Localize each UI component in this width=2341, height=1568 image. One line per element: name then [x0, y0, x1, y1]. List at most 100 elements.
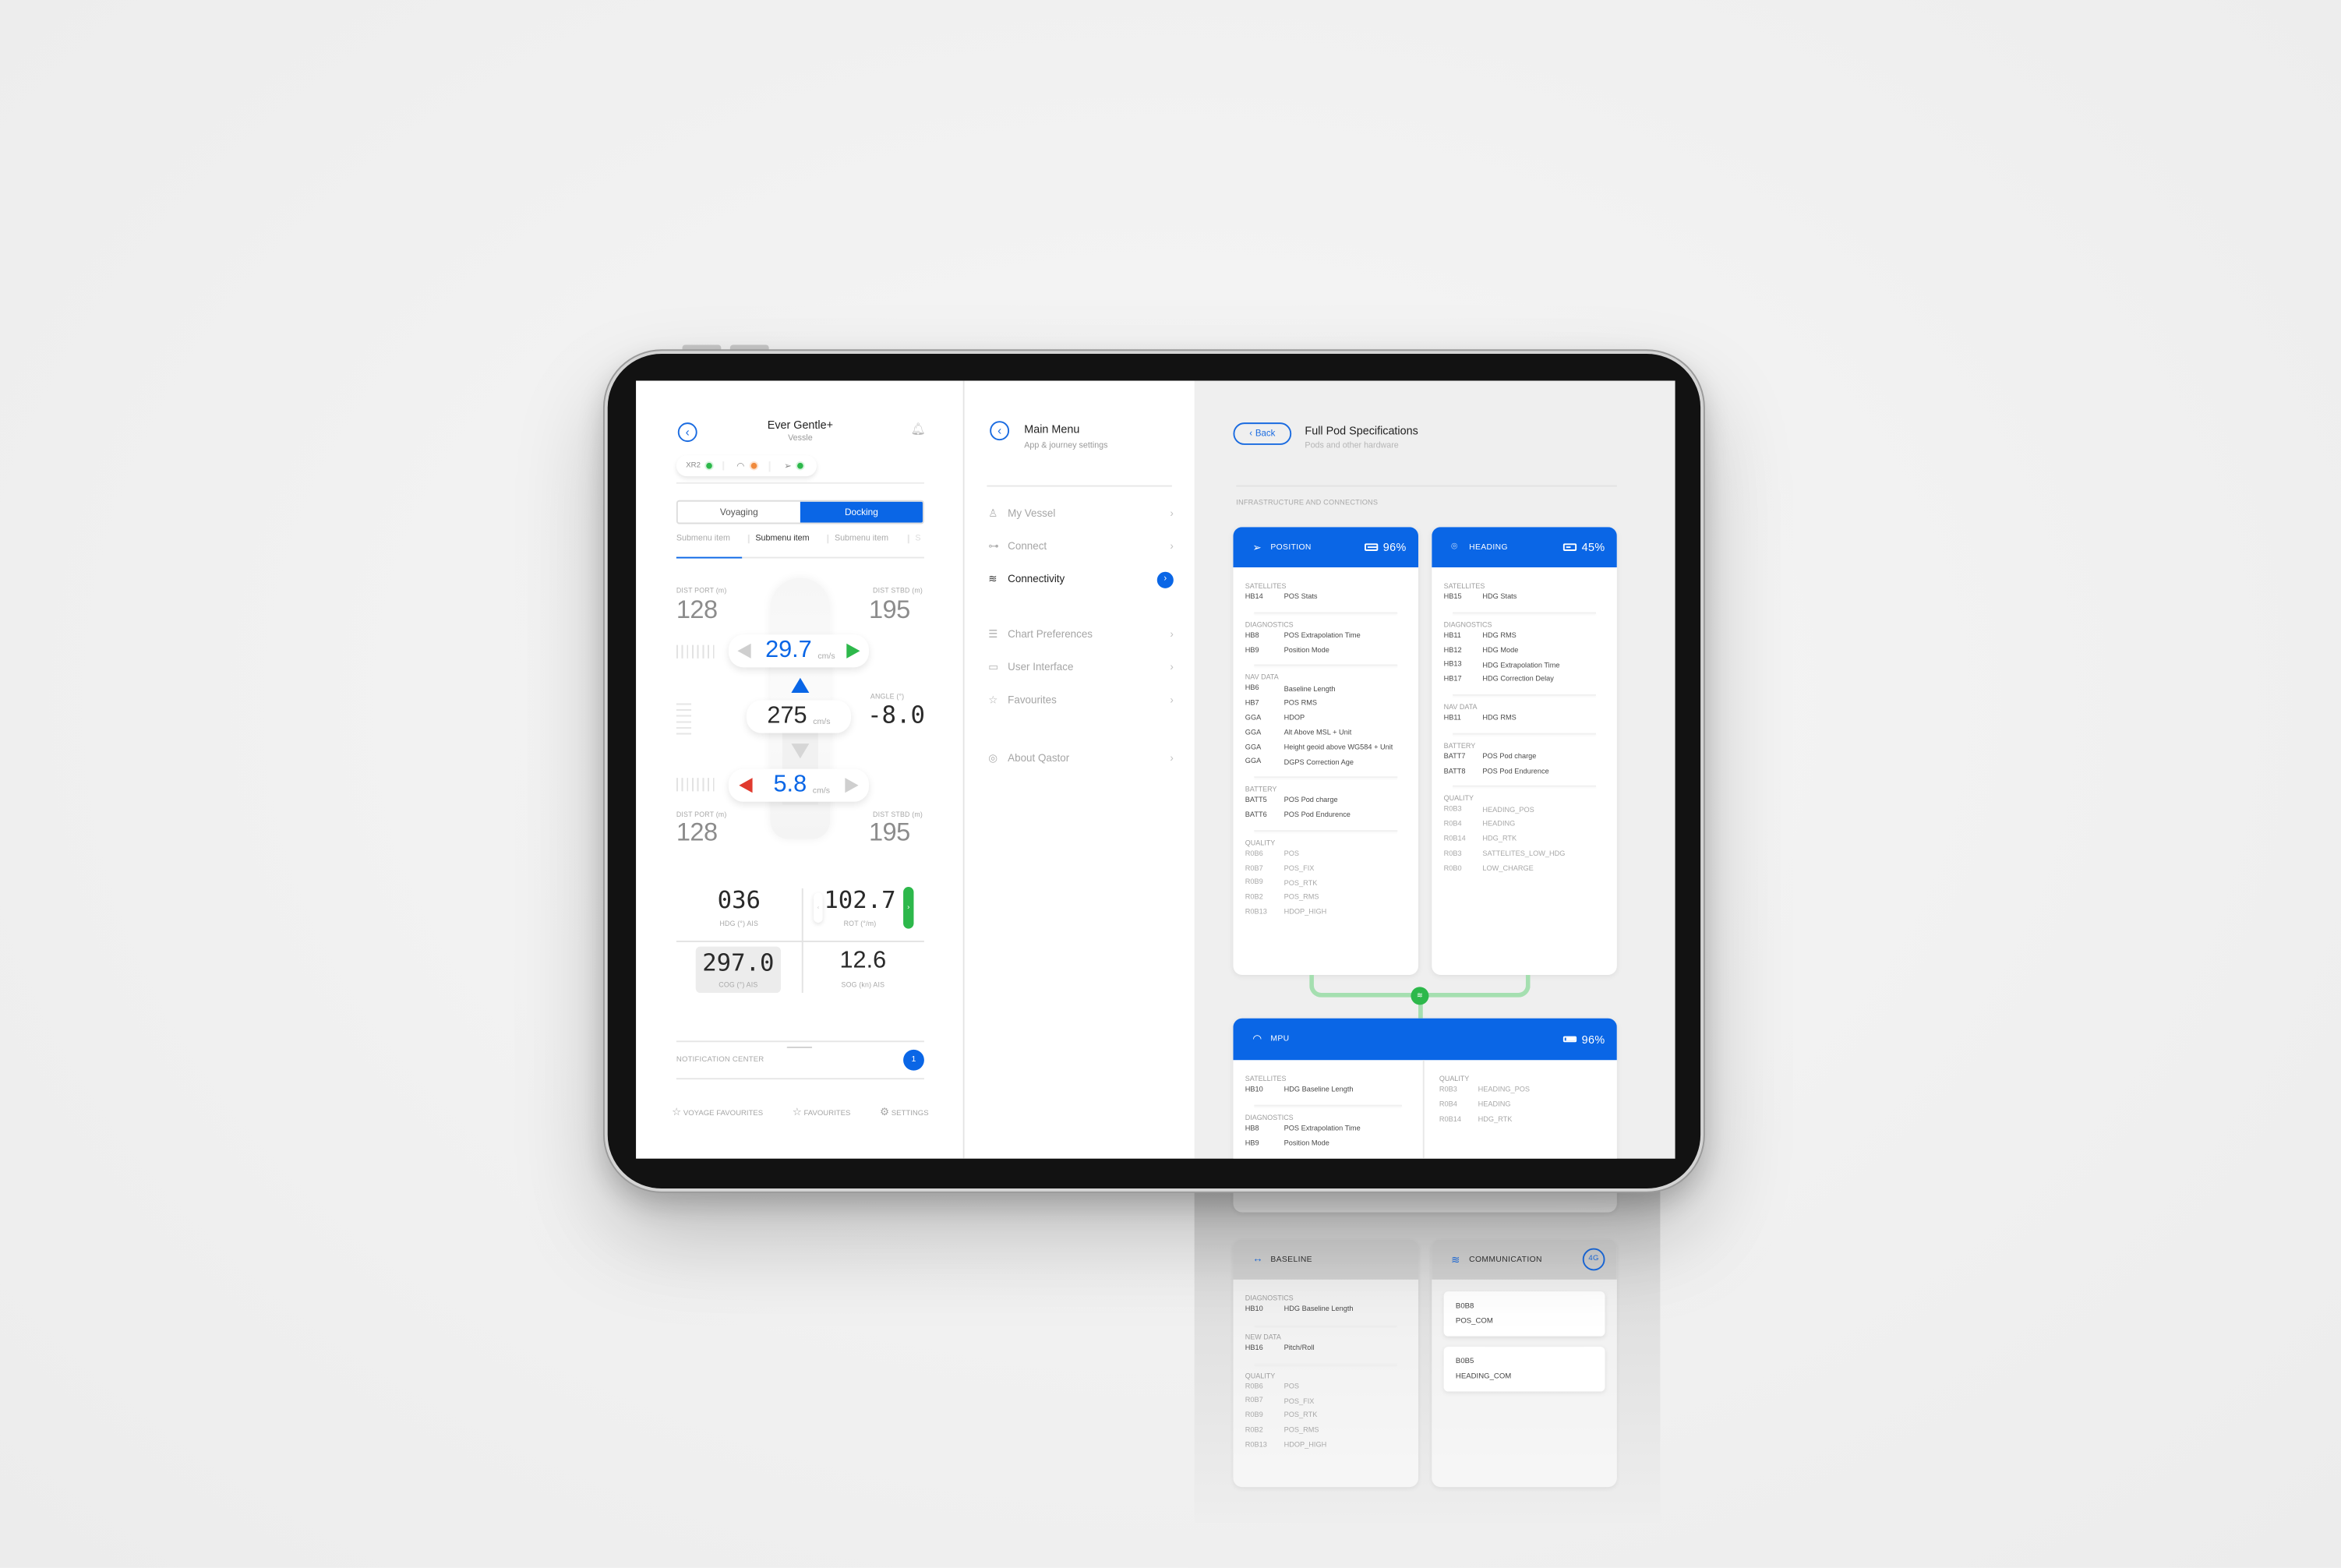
dist-stbd-value: 195 [869, 818, 910, 847]
submenu-item[interactable]: Submenu item [676, 535, 748, 543]
stern-thrust-scale [676, 778, 715, 792]
status-dot [797, 462, 804, 469]
network-badge: 4G [1582, 1248, 1605, 1271]
stage: HB9Position Mode ↔ BASELINE DIAGNOSTICSH… [0, 0, 2341, 1568]
main-menu-title: Main Menu [1024, 422, 1080, 436]
submenu-item[interactable]: S [907, 534, 921, 544]
spec-code: R0B6 [1245, 1383, 1263, 1391]
communication-card-header: ≋ COMMUNICATION 4G [1432, 1239, 1617, 1280]
rot-increase-button[interactable]: › [903, 886, 914, 929]
back-button[interactable]: ‹ [677, 422, 697, 443]
arrow-down-icon[interactable] [791, 743, 810, 759]
stern-thruster-control[interactable]: 5.8 cm/s [728, 768, 870, 802]
bow-thruster-control[interactable]: 29.7 cm/s [728, 634, 870, 668]
section-title: SATELLITES [1245, 582, 1287, 590]
menu-item-connectivity[interactable]: ≋ Connectivity › [988, 569, 1174, 590]
position-card[interactable]: ➢ POSITION 96% SATELLITES HB14 POS Stats DI… [1233, 527, 1419, 976]
menu-item-label: About Qastor [1008, 753, 1070, 764]
card-title: MPU [1270, 1034, 1290, 1044]
center-speed-control[interactable]: 275 cm/s [746, 700, 852, 733]
spec-label: POS_RTK [1283, 880, 1318, 888]
spec-label: HDG_RTK [1478, 1116, 1513, 1125]
spec-row: R0B13 HDOP_HIGH [1245, 1439, 1407, 1453]
spec-label: POS_FIX [1283, 1398, 1315, 1406]
notification-center-label[interactable]: NOTIFICATION CENTER [676, 1055, 764, 1064]
back-button[interactable]: ‹ Back [1233, 422, 1292, 445]
arrow-right-icon[interactable] [845, 778, 859, 793]
spec-code: HB14 [1245, 594, 1263, 602]
spec-code: HB6 [1245, 686, 1259, 694]
card-title: COMMUNICATION [1469, 1255, 1542, 1264]
spec-label: SATTELITES_LOW_HDG [1482, 850, 1566, 859]
spec-row: R0B14 HDG_RTK [1439, 1113, 1605, 1128]
communication-item[interactable]: B0B5 HEADING_COM [1443, 1347, 1605, 1392]
spec-row: R0B3 HEADING_POS [1439, 1084, 1605, 1099]
spec-row: HB7 POS RMS [1245, 697, 1407, 712]
tab-docking[interactable]: Docking [800, 501, 923, 523]
comm-code: B0B5 [1455, 1357, 1474, 1366]
spec-label: POS_RMS [1283, 895, 1319, 902]
menu-item-label: Chart Preferences [1008, 629, 1093, 640]
spec-row: R0B9 POS_RTK [1245, 1410, 1407, 1425]
menu-item-user-interface[interactable]: ▭ User Interface › [988, 657, 1174, 678]
section-title: QUALITY [1245, 1371, 1276, 1379]
position-card-body: SATELLITES HB14 POS Stats DIAGNOSTICS HB8 POS… [1233, 567, 1418, 930]
gauge-icon: ◠ [736, 461, 745, 471]
heading-card-body: SATELLITES HB15 HDG Stats DIAGNOSTICS HB11 HD… [1432, 567, 1617, 886]
arrow-right-icon[interactable] [846, 643, 861, 659]
mpu-card[interactable]: ◠ MPU 96% SATELLITES HB10 HDG Baseline Len… [1233, 1018, 1617, 1159]
spec-row: R0B0 LOW_CHARGE [1444, 863, 1605, 878]
spec-row: HB10 HDG Baseline Length [1245, 1304, 1407, 1319]
section-title: BATTERY [1245, 786, 1277, 793]
nav-favourites[interactable]: ☆ FAVOURITES [793, 1107, 851, 1118]
spec-label: HDG_RTK [1482, 836, 1517, 844]
submenu-indicator [676, 556, 743, 558]
chevron-right-icon: › [1170, 508, 1174, 519]
menu-item-my-vessel[interactable]: ♙ My Vessel › [988, 503, 1174, 524]
submenu-item[interactable]: Submenu item [747, 534, 828, 544]
communication-card-body: B0B8 POS_COM B0B5 HEADING_COM [1432, 1280, 1617, 1414]
notification-count-badge[interactable]: 1 [903, 1049, 924, 1071]
arrow-left-icon[interactable] [736, 643, 750, 659]
communication-item[interactable]: B0B8 POS_COM [1443, 1291, 1605, 1337]
menu-item-connect[interactable]: ⊶ Connect › [988, 536, 1174, 557]
spec-row: R0B3 SATTELITES_LOW_HDG [1444, 848, 1605, 863]
spec-code: R0B7 [1245, 1397, 1263, 1406]
spec-code: R0B14 [1443, 835, 1466, 844]
spec-code: GGA [1245, 729, 1262, 737]
spec-code: R0B14 [1439, 1116, 1461, 1124]
spec-label: POS Stats [1283, 594, 1318, 602]
tab-voyaging[interactable]: Voyaging [678, 502, 800, 523]
status-pill[interactable]: XR2 ◠ ➢ [676, 455, 817, 477]
spec-code: HB16 [1245, 1344, 1263, 1353]
card-title: POSITION [1270, 542, 1312, 552]
section-title: QUALITY [1245, 839, 1276, 846]
pod-specs-title: Full Pod Specifications [1305, 424, 1418, 438]
bow-thrust-scale [676, 645, 715, 659]
wifi-link-icon[interactable]: ≋ [1411, 987, 1429, 1005]
center-thrust-scale [676, 703, 692, 736]
bell-icon[interactable]: 🔔︎ [911, 422, 926, 436]
drag-handle[interactable] [786, 1046, 813, 1049]
menu-item-about-qastor[interactable]: ◎ About Qastor › [988, 748, 1174, 769]
nav-voyage-favourites[interactable]: ☆ VOYAGE FAVOURITES [672, 1107, 763, 1118]
card-title: BASELINE [1270, 1255, 1312, 1264]
arrow-up-icon[interactable] [791, 677, 810, 693]
spec-code: R0B4 [1443, 821, 1462, 829]
arrow-left-icon[interactable] [739, 778, 753, 793]
heading-card[interactable]: ⌾ HEADING 45% SATELLITES HB15 HDG Stats DIA… [1432, 527, 1617, 976]
sog-label: SOG (kn) AIS [841, 980, 885, 989]
spec-label: POS Pod Endurence [1482, 768, 1549, 776]
spec-label: HEADING [1478, 1101, 1511, 1110]
bottom-nav: ☆ VOYAGE FAVOURITES ☆ FAVOURITES ⚙ SETTI… [672, 1107, 929, 1118]
dist-port-value: 128 [676, 595, 718, 624]
menu-item-chart-preferences[interactable]: ☰ Chart Preferences › [988, 624, 1174, 645]
comm-label: HEADING_COM [1455, 1372, 1512, 1382]
spec-row: R0B9 POS_RTK [1245, 877, 1407, 892]
back-button[interactable]: ‹ [990, 421, 1010, 441]
menu-item-favourites[interactable]: ☆ Favourites › [988, 690, 1174, 711]
nav-settings[interactable]: ⚙ SETTINGS [880, 1107, 929, 1118]
section-divider [1254, 1323, 1398, 1326]
submenu-item[interactable]: Submenu item [827, 534, 907, 544]
spec-row: HB12 HDG Mode [1444, 645, 1605, 659]
